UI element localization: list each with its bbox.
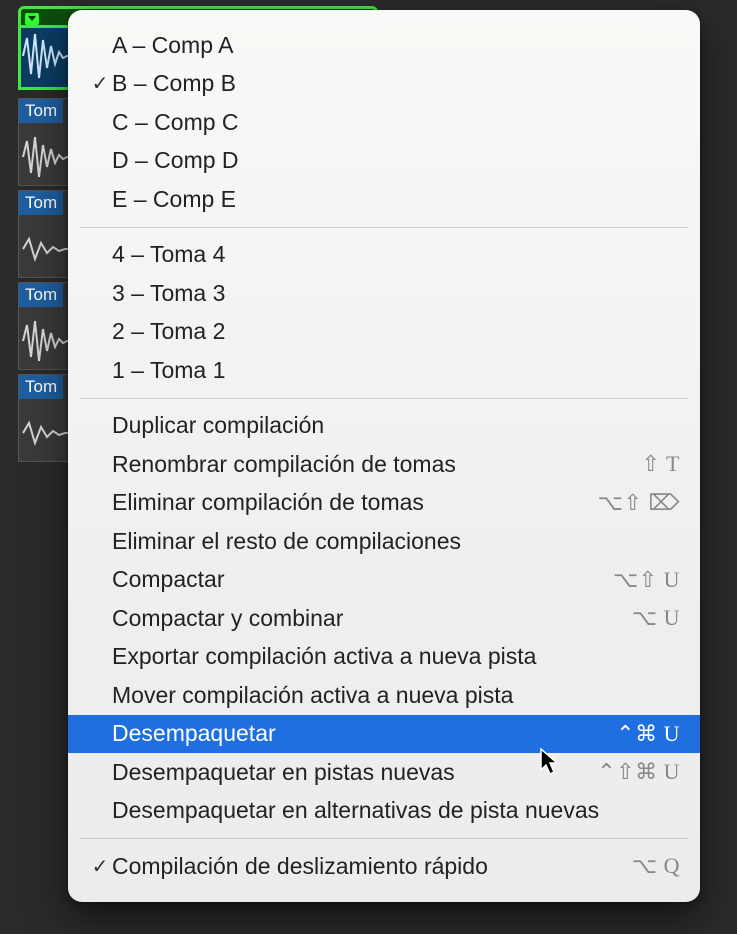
take-folder-menu: A – Comp A ✓ B – Comp B C – Comp C D – C… (68, 10, 700, 902)
menu-item-label: Desempaquetar en pistas nuevas (112, 759, 597, 786)
menu-item-shortcut: ⌥⇧ ⌦ (598, 490, 680, 516)
menu-item-shortcut: ⇧ T (642, 451, 680, 477)
menu-item-label: Desempaquetar en alternativas de pista n… (112, 797, 680, 824)
menu-item-label: 4 – Toma 4 (112, 241, 680, 268)
menu-item-shortcut: ⌃⌘ U (616, 721, 680, 747)
waveform-icon (21, 409, 75, 457)
checkmark-icon: ✓ (88, 854, 112, 879)
waveform-icon (21, 317, 75, 365)
menu-item-label: Duplicar compilación (112, 412, 680, 439)
menu-separator (80, 398, 688, 399)
menu-item-label: A – Comp A (112, 32, 680, 59)
menu-item-export-active-comp[interactable]: Exportar compilación activa a nueva pist… (68, 638, 700, 677)
menu-item-label: Eliminar el resto de compilaciones (112, 528, 680, 555)
take-lane-1-label: Tom (19, 99, 63, 123)
menu-item-label: 1 – Toma 1 (112, 357, 680, 384)
menu-item-unpack-track-alternatives[interactable]: Desempaquetar en alternativas de pista n… (68, 792, 700, 831)
menu-item-label: Compactar (112, 566, 613, 593)
menu-item-rename-comp[interactable]: Renombrar compilación de tomas ⇧ T (68, 445, 700, 484)
menu-item-label: Compilación de deslizamiento rápido (112, 853, 632, 880)
menu-item-label: Exportar compilación activa a nueva pist… (112, 643, 680, 670)
menu-item-delete-comp[interactable]: Eliminar compilación de tomas ⌥⇧ ⌦ (68, 484, 700, 523)
menu-item-comp-c[interactable]: C – Comp C (68, 103, 700, 142)
checkmark-icon: ✓ (88, 71, 112, 96)
menu-item-label: Renombrar compilación de tomas (112, 451, 642, 478)
menu-item-shortcut: ⌃⇧⌘ U (597, 759, 680, 785)
menu-item-toma-2[interactable]: 2 – Toma 2 (68, 313, 700, 352)
menu-item-label: Desempaquetar (112, 720, 616, 747)
menu-item-label: Eliminar compilación de tomas (112, 489, 598, 516)
menu-item-quick-swipe-comping[interactable]: ✓ Compilación de deslizamiento rápido ⌥ … (68, 847, 700, 886)
take-folder-toggle-icon[interactable] (25, 13, 39, 25)
waveform-icon (21, 225, 75, 273)
menu-separator (80, 227, 688, 228)
menu-item-toma-4[interactable]: 4 – Toma 4 (68, 236, 700, 275)
menu-item-shortcut: ⌥ Q (632, 853, 680, 879)
menu-item-comp-d[interactable]: D – Comp D (68, 142, 700, 181)
menu-item-unpack[interactable]: Desempaquetar ⌃⌘ U (68, 715, 700, 754)
waveform-icon (21, 133, 75, 181)
take-lane-2-label: Tom (19, 191, 63, 215)
menu-item-flatten-merge[interactable]: Compactar y combinar ⌥ U (68, 599, 700, 638)
menu-item-shortcut: ⌥ U (632, 605, 680, 631)
menu-item-toma-1[interactable]: 1 – Toma 1 (68, 351, 700, 390)
menu-item-label: D – Comp D (112, 147, 680, 174)
menu-item-move-active-comp[interactable]: Mover compilación activa a nueva pista (68, 676, 700, 715)
menu-item-shortcut: ⌥⇧ U (613, 567, 680, 593)
menu-separator (80, 838, 688, 839)
menu-item-comp-e[interactable]: E – Comp E (68, 180, 700, 219)
take-lane-3-label: Tom (19, 283, 63, 307)
menu-item-duplicate-comp[interactable]: Duplicar compilación (68, 407, 700, 446)
menu-item-label: B – Comp B (112, 70, 680, 97)
menu-item-label: 3 – Toma 3 (112, 280, 680, 307)
menu-item-label: Mover compilación activa a nueva pista (112, 682, 680, 709)
menu-item-toma-3[interactable]: 3 – Toma 3 (68, 274, 700, 313)
menu-item-label: 2 – Toma 2 (112, 318, 680, 345)
menu-item-label: Compactar y combinar (112, 605, 632, 632)
menu-item-flatten[interactable]: Compactar ⌥⇧ U (68, 561, 700, 600)
menu-item-unpack-new-tracks[interactable]: Desempaquetar en pistas nuevas ⌃⇧⌘ U (68, 753, 700, 792)
menu-item-label: C – Comp C (112, 109, 680, 136)
menu-item-comp-a[interactable]: A – Comp A (68, 26, 700, 65)
take-lane-4-label: Tom (19, 375, 63, 399)
menu-item-delete-other-comps[interactable]: Eliminar el resto de compilaciones (68, 522, 700, 561)
menu-item-label: E – Comp E (112, 186, 680, 213)
menu-item-comp-b[interactable]: ✓ B – Comp B (68, 65, 700, 104)
